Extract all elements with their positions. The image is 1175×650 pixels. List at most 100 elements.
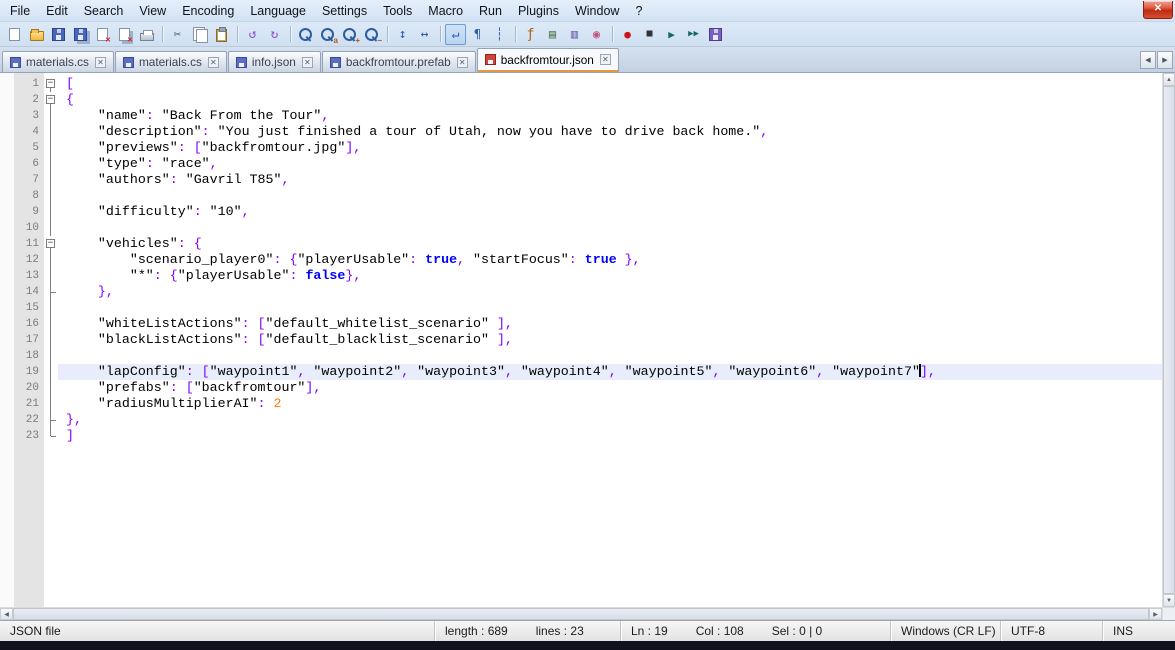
code-line[interactable]: 19 "lapConfig": ["waypoint1", "waypoint2…	[0, 364, 1162, 380]
menu-item-run[interactable]: Run	[471, 1, 510, 21]
macro-play-icon[interactable]: ▶	[661, 24, 682, 45]
monitoring-icon[interactable]: ◉	[586, 24, 607, 45]
code-text[interactable]: "vehicles": {	[58, 236, 1162, 252]
window-close-button[interactable]: ✕	[1143, 0, 1173, 19]
code-line[interactable]: 5 "previews": ["backfromtour.jpg"],	[0, 140, 1162, 156]
fold-box-marker[interactable]: −	[44, 92, 58, 108]
document-map-icon[interactable]: ▤	[542, 24, 563, 45]
code-text[interactable]	[58, 188, 1162, 204]
find-icon[interactable]	[295, 24, 316, 45]
code-text[interactable]: "previews": ["backfromtour.jpg"],	[58, 140, 1162, 156]
show-indent-guide-icon[interactable]: ┆	[489, 24, 510, 45]
scroll-down-arrow-icon[interactable]: ▼	[1163, 594, 1175, 607]
open-file-icon[interactable]	[26, 24, 47, 45]
menu-item-macro[interactable]: Macro	[420, 1, 471, 21]
code-text[interactable]: "prefabs": ["backfromtour"],	[58, 380, 1162, 396]
zoom-out-icon[interactable]: −	[361, 24, 382, 45]
show-all-characters-icon[interactable]: ¶	[467, 24, 488, 45]
horizontal-scrollbar-thumb[interactable]	[13, 608, 1149, 620]
paste-icon[interactable]	[211, 24, 232, 45]
function-list-icon[interactable]: ƒ	[520, 24, 541, 45]
code-text[interactable]	[58, 348, 1162, 364]
code-line[interactable]: 4 "description": "You just finished a to…	[0, 124, 1162, 140]
close-all-files-icon[interactable]	[114, 24, 135, 45]
redo-icon[interactable]: ↻	[264, 24, 285, 45]
code-line[interactable]: 2− {	[0, 92, 1162, 108]
code-line[interactable]: 3 "name": "Back From the Tour",	[0, 108, 1162, 124]
menu-item-edit[interactable]: Edit	[38, 1, 76, 21]
fold-collapse-icon[interactable]: −	[46, 239, 55, 248]
code-text[interactable]: "description": "You just finished a tour…	[58, 124, 1162, 140]
code-text[interactable]: {	[58, 92, 1162, 108]
new-file-icon[interactable]	[4, 24, 25, 45]
horizontal-scrollbar[interactable]: ◀ ▶	[0, 607, 1162, 620]
code-line[interactable]: 8	[0, 188, 1162, 204]
menu-item-window[interactable]: Window	[567, 1, 627, 21]
fold-box-marker[interactable]: −	[44, 76, 58, 92]
code-text[interactable]: "scenario_player0": {"playerUsable": tru…	[58, 252, 1162, 268]
code-text[interactable]: "*": {"playerUsable": false},	[58, 268, 1162, 284]
scroll-right-arrow-icon[interactable]: ▶	[1149, 608, 1162, 620]
menu-item-plugins[interactable]: Plugins	[510, 1, 567, 21]
code-text[interactable]: "type": "race",	[58, 156, 1162, 172]
zoom-in-icon[interactable]: +	[339, 24, 360, 45]
tab-scroll-right-button[interactable]: ▶	[1157, 51, 1173, 69]
code-text[interactable]: "radiusMultiplierAI": 2	[58, 396, 1162, 412]
tab-close-icon[interactable]: ✕	[599, 54, 611, 65]
code-line[interactable]: 14 },	[0, 284, 1162, 300]
code-line[interactable]: 9 "difficulty": "10",	[0, 204, 1162, 220]
code-text[interactable]	[58, 300, 1162, 316]
code-text[interactable]: [	[58, 76, 1162, 92]
code-line[interactable]: 11− "vehicles": {	[0, 236, 1162, 252]
code-text[interactable]	[58, 220, 1162, 236]
document-list-icon[interactable]: ▥	[564, 24, 585, 45]
menu-item-settings[interactable]: Settings	[314, 1, 375, 21]
undo-icon[interactable]: ↺	[242, 24, 263, 45]
save-file-icon[interactable]	[48, 24, 69, 45]
macro-record-icon[interactable]: ●	[617, 24, 638, 45]
code-text[interactable]: },	[58, 284, 1162, 300]
menu-item-tools[interactable]: Tools	[375, 1, 420, 21]
save-all-icon[interactable]	[70, 24, 91, 45]
tab-backfromtour.prefab[interactable]: backfromtour.prefab ✕	[321, 51, 476, 72]
editor[interactable]: 1−[2−{3 "name": "Back From the Tour", 4 "…	[0, 73, 1162, 607]
tab-close-icon[interactable]: ✕	[456, 56, 468, 68]
close-file-icon[interactable]	[92, 24, 113, 45]
code-text[interactable]: "name": "Back From the Tour",	[58, 108, 1162, 124]
replace-icon[interactable]: a	[317, 24, 338, 45]
fold-collapse-icon[interactable]: −	[46, 79, 55, 88]
code-text[interactable]: "authors": "Gavril T85",	[58, 172, 1162, 188]
scroll-left-arrow-icon[interactable]: ◀	[0, 608, 13, 620]
tab-materials.cs[interactable]: materials.cs ✕	[2, 51, 114, 72]
code-line[interactable]: 16 "whiteListActions": ["default_whiteli…	[0, 316, 1162, 332]
tab-close-icon[interactable]: ✕	[301, 56, 313, 68]
code-line[interactable]: 18	[0, 348, 1162, 364]
code-text[interactable]: },	[58, 412, 1162, 428]
menu-item-encoding[interactable]: Encoding	[174, 1, 242, 21]
menu-item-search[interactable]: Search	[76, 1, 132, 21]
tab-backfromtour.json[interactable]: backfromtour.json ✕	[476, 48, 619, 72]
code-line[interactable]: 23]	[0, 428, 1162, 444]
menu-item-view[interactable]: View	[131, 1, 174, 21]
macro-save-icon[interactable]	[705, 24, 726, 45]
code-line[interactable]: 6 "type": "race",	[0, 156, 1162, 172]
menu-item-help[interactable]: ?	[627, 1, 650, 21]
copy-icon[interactable]	[189, 24, 210, 45]
tab-materials.cs[interactable]: materials.cs ✕	[114, 51, 227, 72]
fold-box-marker[interactable]: −	[44, 236, 58, 252]
tab-close-icon[interactable]: ✕	[94, 56, 106, 68]
code-text[interactable]: "difficulty": "10",	[58, 204, 1162, 220]
code-line[interactable]: 1− [	[0, 76, 1162, 92]
vertical-scrollbar[interactable]: ▲ ▼	[1162, 73, 1175, 607]
code-text[interactable]: ]	[58, 428, 1162, 444]
code-line[interactable]: 12 "scenario_player0": {"playerUsable": …	[0, 252, 1162, 268]
code-line[interactable]: 21 "radiusMultiplierAI": 2	[0, 396, 1162, 412]
code-line[interactable]: 7 "authors": "Gavril T85",	[0, 172, 1162, 188]
word-wrap-icon[interactable]: ↵	[445, 23, 466, 45]
sync-horizontal-scrolling-icon[interactable]: ↔	[414, 24, 435, 45]
code-text[interactable]: "lapConfig": ["waypoint1", "waypoint2", …	[58, 364, 1162, 380]
code-line[interactable]: 20 "prefabs": ["backfromtour"],	[0, 380, 1162, 396]
menu-item-language[interactable]: Language	[242, 1, 314, 21]
status-insert-mode[interactable]: INS	[1103, 621, 1175, 641]
macro-stop-icon[interactable]: ■	[639, 24, 660, 45]
